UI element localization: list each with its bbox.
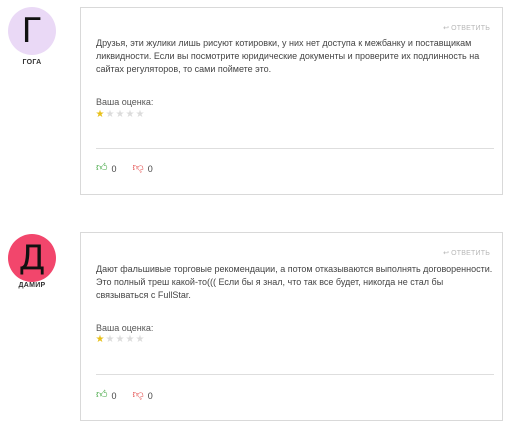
like-count: 0	[111, 390, 117, 401]
thumbs-down-icon: 👎︎	[132, 162, 144, 174]
rating-label: Ваша оценка:	[96, 97, 154, 107]
reply-label: ОТВЕТИТЬ	[451, 24, 490, 32]
like-button[interactable]: 👍︎ 0	[96, 390, 117, 401]
username: ДАМИР	[18, 282, 46, 289]
star-icon[interactable]: ★	[95, 335, 105, 345]
rating-label: Ваша оценка:	[96, 323, 154, 333]
star-icon[interactable]: ★	[105, 335, 115, 345]
review-card: ↩ ОТВЕТИТЬ Друзья, эти жулики лишь рисую…	[80, 7, 503, 195]
avatar-letter: Г	[21, 11, 43, 51]
star-icon[interactable]: ★	[135, 110, 145, 120]
star-icon[interactable]: ★	[95, 110, 105, 120]
star-icon[interactable]: ★	[135, 335, 145, 345]
reply-button[interactable]: ↩ ОТВЕТИТЬ	[443, 249, 490, 258]
dislike-button[interactable]: 👎︎ 0	[133, 390, 153, 401]
dislike-button[interactable]: 👎︎ 0	[133, 163, 153, 174]
review-text: Дают фальшивые торговые рекомендации, а …	[96, 264, 493, 300]
avatar: Д	[8, 234, 56, 282]
reply-button[interactable]: ↩ ОТВЕТИТЬ	[443, 24, 490, 33]
vote-bar: 👍︎ 0 👎︎ 0	[96, 163, 169, 174]
thumbs-down-icon: 👎︎	[132, 389, 144, 401]
reply-arrow-icon: ↩	[443, 250, 450, 257]
divider	[96, 374, 494, 375]
star-icon[interactable]: ★	[105, 110, 115, 120]
username: ГОГА	[22, 59, 42, 66]
review-card: ↩ ОТВЕТИТЬ Дают фальшивые торговые реком…	[80, 232, 503, 421]
reply-label: ОТВЕТИТЬ	[451, 249, 490, 257]
vote-bar: 👍︎ 0 👎︎ 0	[96, 390, 169, 401]
thumbs-up-icon: 👍︎	[96, 162, 108, 174]
star-rating[interactable]: ★ ★ ★ ★ ★	[95, 335, 145, 345]
avatar-letter: Д	[18, 238, 46, 278]
like-count: 0	[111, 163, 117, 174]
review-text: Друзья, эти жулики лишь рисуют котировки…	[96, 38, 480, 74]
thumbs-up-icon: 👍︎	[96, 389, 108, 401]
star-icon[interactable]: ★	[115, 110, 125, 120]
star-icon[interactable]: ★	[115, 335, 125, 345]
reply-arrow-icon: ↩	[443, 25, 450, 32]
star-icon[interactable]: ★	[125, 110, 135, 120]
star-icon[interactable]: ★	[125, 335, 135, 345]
divider	[96, 148, 494, 149]
dislike-count: 0	[147, 390, 153, 401]
dislike-count: 0	[147, 163, 153, 174]
avatar: Г	[8, 7, 56, 55]
like-button[interactable]: 👍︎ 0	[96, 163, 117, 174]
star-rating[interactable]: ★ ★ ★ ★ ★	[95, 110, 145, 120]
